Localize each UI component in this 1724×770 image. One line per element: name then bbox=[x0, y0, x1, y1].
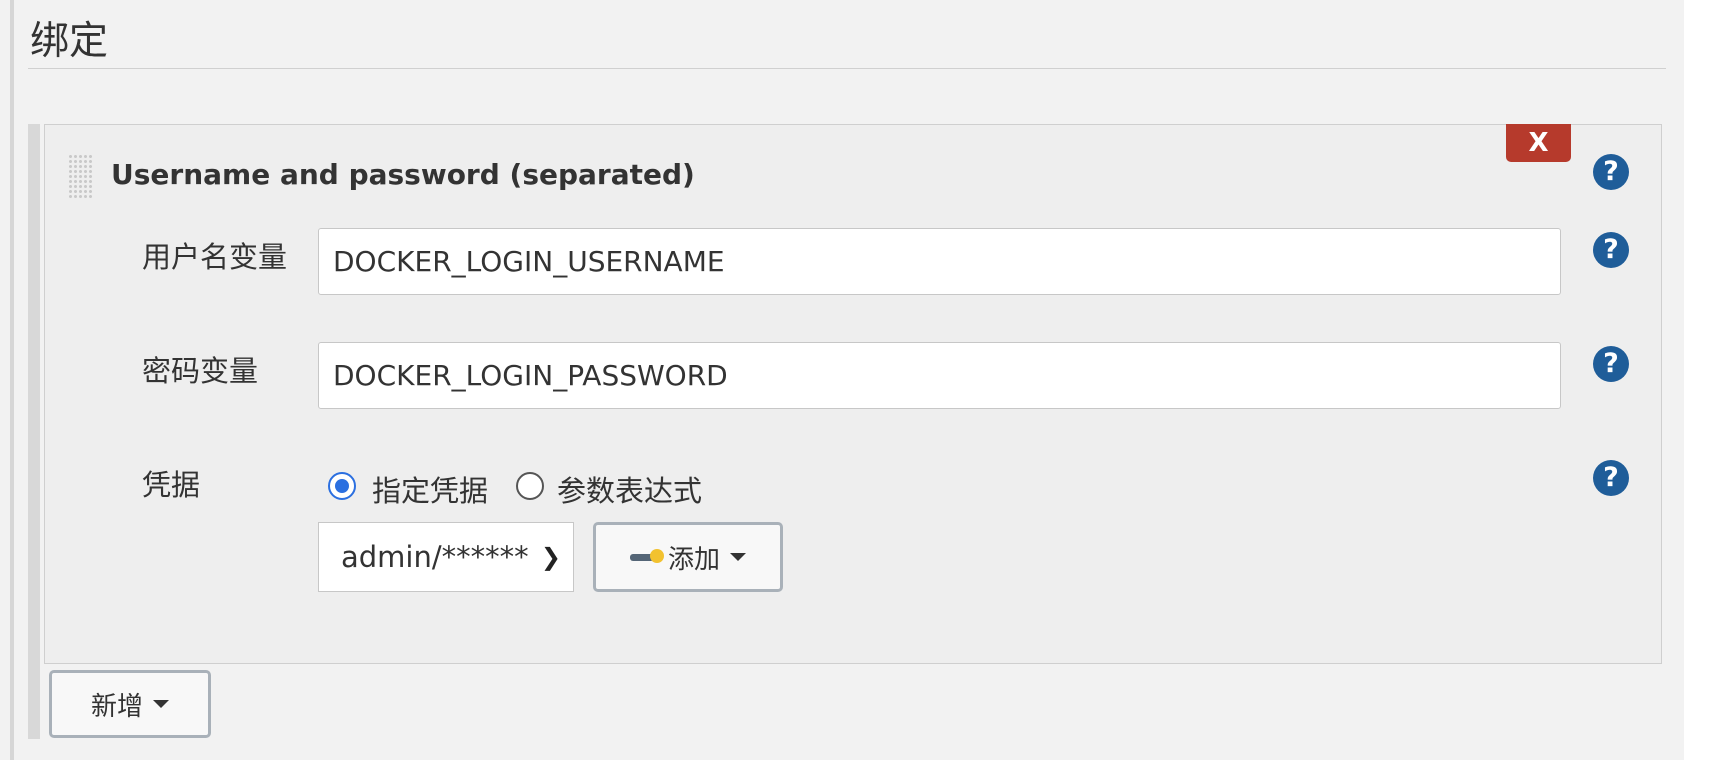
key-icon bbox=[629, 547, 664, 567]
chevron-down-icon: ❯ bbox=[540, 543, 561, 571]
section-divider bbox=[28, 68, 1666, 69]
caret-down-icon bbox=[153, 700, 169, 708]
credentials-label: 凭据 bbox=[142, 468, 201, 502]
help-icon[interactable]: ? bbox=[1593, 460, 1629, 496]
delete-binding-button[interactable]: X bbox=[1506, 124, 1571, 162]
binding-title: Username and password (separated) bbox=[111, 158, 695, 191]
caret-down-icon bbox=[730, 553, 746, 561]
add-binding-button[interactable]: 新增 bbox=[49, 670, 211, 738]
binding-block-rail bbox=[28, 124, 40, 739]
add-credentials-label: 添加 bbox=[667, 544, 720, 575]
radio-specific-credentials-label[interactable]: 指定凭据 bbox=[372, 468, 488, 510]
help-icon[interactable]: ? bbox=[1593, 232, 1629, 268]
radio-parameter-expression-label[interactable]: 参数表达式 bbox=[557, 468, 702, 510]
help-icon[interactable]: ? bbox=[1593, 154, 1629, 190]
help-icon[interactable]: ? bbox=[1593, 346, 1629, 382]
radio-specific-credentials[interactable] bbox=[328, 472, 356, 500]
add-binding-label: 新增 bbox=[90, 691, 143, 722]
add-credentials-button[interactable]: 添加 bbox=[593, 522, 783, 592]
radio-parameter-expression[interactable] bbox=[516, 472, 544, 500]
password-variable-input[interactable] bbox=[318, 342, 1561, 409]
password-variable-label: 密码变量 bbox=[142, 354, 259, 388]
credentials-select-value: admin/****** bbox=[341, 540, 529, 574]
username-variable-input[interactable] bbox=[318, 228, 1561, 295]
username-variable-label: 用户名变量 bbox=[142, 240, 288, 274]
section-title: 绑定 bbox=[30, 19, 109, 64]
credentials-select[interactable]: admin/****** ❯ bbox=[318, 522, 574, 592]
left-rail bbox=[10, 0, 14, 760]
drag-handle-icon[interactable] bbox=[68, 154, 94, 200]
